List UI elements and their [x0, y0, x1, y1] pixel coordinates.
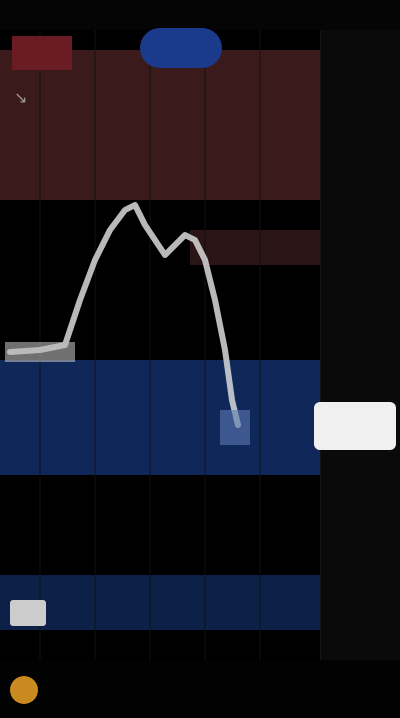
coin-icon[interactable]: [10, 676, 38, 704]
price-marker-secondary: [220, 410, 250, 445]
red-zone-band: [190, 230, 320, 265]
position-badge: [10, 600, 46, 626]
price-chart[interactable]: [0, 30, 320, 660]
top-bar: [0, 0, 400, 30]
blue-zone-lower: [0, 575, 320, 630]
blue-zone: [0, 360, 320, 475]
red-zone: [0, 50, 320, 200]
arrow-icon: ↘: [14, 88, 28, 107]
indicator-pill[interactable]: [140, 28, 222, 68]
price-marker: [5, 342, 75, 362]
sell-marker: [12, 36, 72, 70]
bottom-bar: [0, 660, 400, 718]
price-scale[interactable]: [320, 30, 400, 660]
last-price-label: [314, 402, 396, 450]
